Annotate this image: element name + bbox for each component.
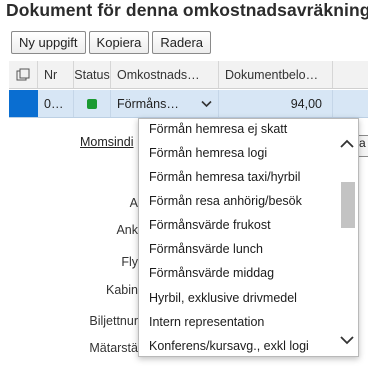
chevron-down-icon[interactable] bbox=[339, 333, 355, 347]
dropdown-option[interactable]: Förmån hemresa ej skatt bbox=[149, 119, 287, 141]
copy-button[interactable]: Kopiera bbox=[88, 31, 150, 54]
table-row[interactable]: 0… Förmåns… 94,00 bbox=[9, 90, 368, 118]
omkostnad-select[interactable]: Förmåns… bbox=[111, 90, 219, 117]
column-header-nr[interactable]: Nr bbox=[38, 61, 74, 88]
field-label-fly: Fly bbox=[121, 255, 138, 269]
toolbar: Ny uppgift Kopiera Radera bbox=[11, 31, 211, 54]
column-header-omkostnad[interactable]: Omkostnads… bbox=[111, 61, 219, 88]
field-label-matarstallning: Mätarstä bbox=[89, 341, 138, 355]
chevron-down-icon[interactable] bbox=[201, 97, 212, 111]
row-selector[interactable] bbox=[9, 90, 38, 117]
row-nr: 0… bbox=[38, 90, 74, 117]
dropdown-option[interactable]: Förmånsvärde middag bbox=[149, 261, 274, 285]
omkostnad-dropdown-list[interactable]: Förmån hemresa ej skatt Förmån hemresa l… bbox=[138, 118, 359, 357]
table-header: Nr Status Omkostnads… Dokumentbelo… bbox=[9, 61, 368, 89]
dropdown-option[interactable]: Hyrbil, exklusive drivmedel bbox=[149, 286, 297, 310]
dropdown-scrollbar-thumb[interactable] bbox=[341, 182, 355, 228]
column-header-dokumentbelopp[interactable]: Dokumentbelo… bbox=[219, 61, 333, 88]
dropdown-option[interactable]: Konferens/kursavg., exkl logi bbox=[149, 334, 309, 356]
new-task-button[interactable]: Ny uppgift bbox=[11, 31, 86, 54]
select-all-icon[interactable] bbox=[9, 61, 38, 88]
field-label-a: A bbox=[129, 196, 138, 210]
field-label-kabin: Kabin bbox=[106, 283, 138, 297]
row-dokumentbelopp: 94,00 bbox=[219, 90, 333, 117]
column-header-status[interactable]: Status bbox=[74, 61, 111, 88]
status-indicator-icon bbox=[87, 98, 97, 109]
page: Dokument för denna omkostnadsavräkning N… bbox=[0, 0, 368, 377]
delete-button[interactable]: Radera bbox=[152, 31, 211, 54]
page-title: Dokument för denna omkostnadsavräkning bbox=[6, 0, 368, 20]
dropdown-option[interactable]: Förmånsvärde lunch bbox=[149, 237, 263, 261]
omkostnad-select-value: Förmåns… bbox=[117, 96, 179, 111]
field-label-biljettnummer: Biljettnur bbox=[89, 314, 138, 328]
dropdown-option[interactable]: Förmån hemresa logi bbox=[149, 141, 267, 165]
dropdown-scrollbar[interactable] bbox=[339, 139, 355, 334]
column-header-filler bbox=[333, 61, 368, 88]
dropdown-option[interactable]: Intern representation bbox=[149, 310, 264, 334]
field-label-ank: Ank bbox=[116, 223, 138, 237]
dropdown-option[interactable]: Förmån resa anhörig/besök bbox=[149, 189, 302, 213]
dropdown-option[interactable]: Förmån hemresa taxi/hyrbil bbox=[149, 165, 300, 189]
momsindikator-link[interactable]: Momsindi bbox=[80, 135, 138, 149]
row-status bbox=[74, 90, 111, 117]
row-filler bbox=[333, 90, 368, 117]
dropdown-option[interactable]: Förmånsvärde frukost bbox=[149, 213, 271, 237]
